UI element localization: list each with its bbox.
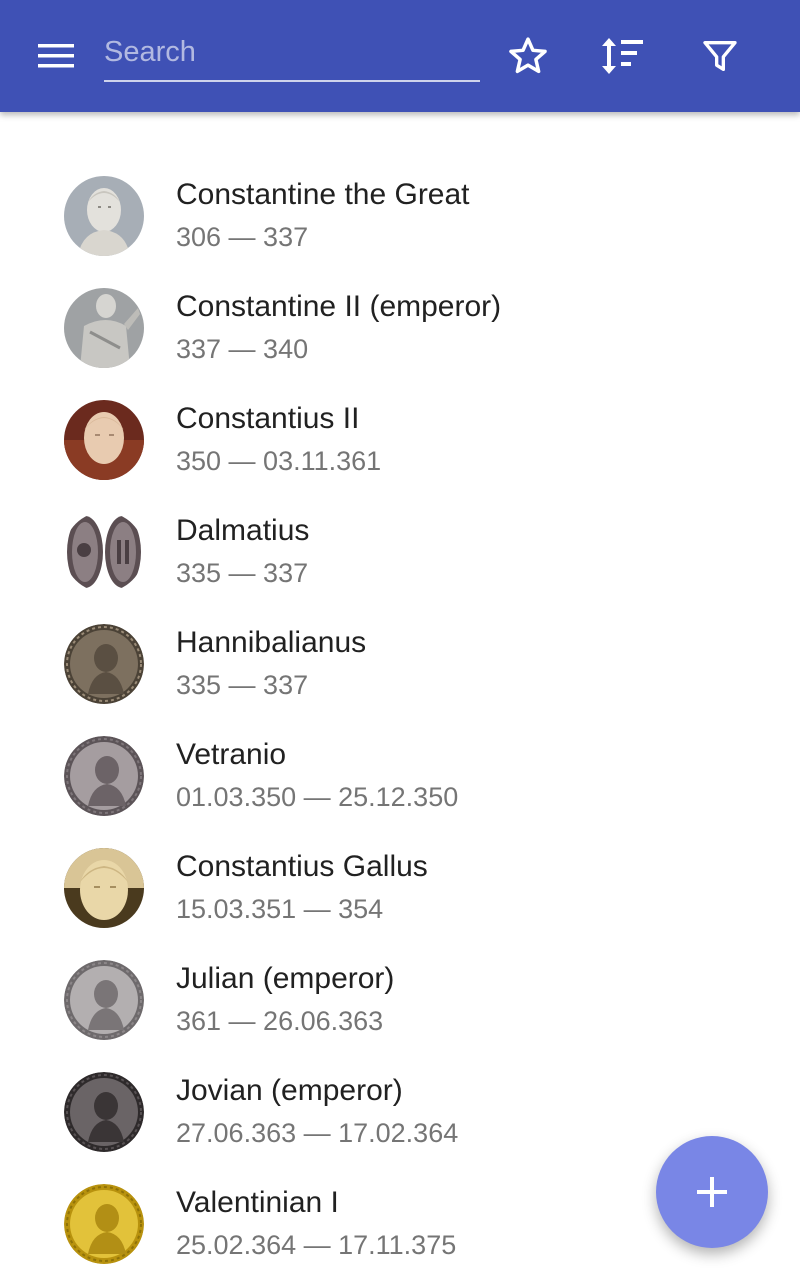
list-item[interactable]: Hannibalianus 335 — 337 [0, 608, 800, 720]
reign-dates: 335 — 337 [176, 670, 309, 700]
search-input[interactable] [104, 22, 480, 80]
ruler-name: Valentinian I [176, 1186, 339, 1219]
avatar [64, 624, 144, 704]
add-button[interactable] [656, 1136, 768, 1248]
reign-dates: 337 — 340 [176, 334, 309, 364]
list-item[interactable]: Constantius Gallus 15.03.351 — 354 [0, 832, 800, 944]
reign-dates: 25.02.364 — 17.11.375 [176, 1230, 457, 1260]
list-item[interactable]: Constantine II (emperor) 337 — 340 [0, 272, 800, 384]
ruler-list: Constantine the Great 306 — 337 Constant… [0, 160, 800, 1280]
ruler-name: Constantius II [176, 402, 360, 435]
reign-dates: 306 — 337 [176, 222, 309, 252]
avatar [64, 288, 144, 368]
list-item[interactable]: Vetranio 01.03.350 — 25.12.350 [0, 720, 800, 832]
list-item[interactable]: Dalmatius 335 — 337 [0, 496, 800, 608]
avatar [64, 960, 144, 1040]
ruler-name: Vetranio [176, 738, 287, 771]
list-item[interactable]: Constantine the Great 306 — 337 [0, 160, 800, 272]
star-icon [509, 37, 547, 74]
sort-button[interactable] [593, 26, 653, 86]
filter-icon [703, 41, 737, 72]
avatar [64, 512, 144, 592]
avatar [64, 736, 144, 816]
reign-dates: 01.03.350 — 25.12.350 [176, 782, 459, 812]
avatar [64, 848, 144, 928]
reign-dates: 350 — 03.11.361 [176, 446, 382, 476]
reign-dates: 361 — 26.06.363 [176, 1006, 384, 1036]
ruler-name: Constantine II (emperor) [176, 290, 502, 323]
list-item[interactable]: Constantius II 350 — 03.11.361 [0, 384, 800, 496]
avatar [64, 1184, 144, 1264]
avatar [64, 176, 144, 256]
search-field [104, 22, 480, 82]
sort-icon [602, 38, 643, 74]
filter-button[interactable] [690, 26, 750, 86]
avatar [64, 1072, 144, 1152]
ruler-name: Dalmatius [176, 514, 310, 547]
favorites-button[interactable] [498, 26, 558, 86]
reign-dates: 27.06.363 — 17.02.364 [176, 1118, 459, 1148]
menu-button[interactable] [22, 26, 90, 86]
avatar [64, 400, 144, 480]
ruler-name: Hannibalianus [176, 626, 367, 659]
ruler-name: Julian (emperor) [176, 962, 395, 995]
plus-icon [697, 1177, 727, 1207]
ruler-name: Jovian (emperor) [176, 1074, 403, 1107]
list-item[interactable]: Julian (emperor) 361 — 26.06.363 [0, 944, 800, 1056]
reign-dates: 335 — 337 [176, 558, 309, 588]
menu-icon [38, 44, 74, 68]
ruler-name: Constantine the Great [176, 178, 470, 211]
reign-dates: 15.03.351 — 354 [176, 894, 384, 924]
app-bar [0, 0, 800, 112]
ruler-name: Constantius Gallus [176, 850, 428, 883]
